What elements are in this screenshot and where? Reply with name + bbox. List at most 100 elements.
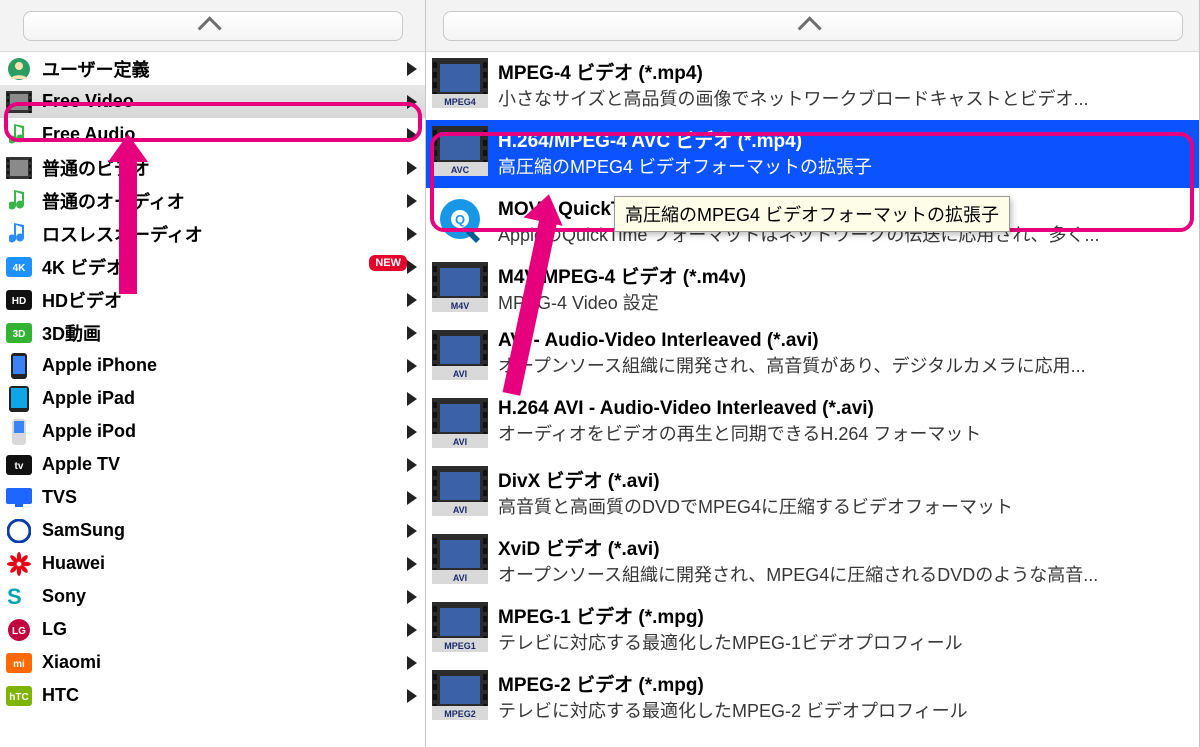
- huawei-icon: [6, 551, 32, 577]
- svg-text:hTC: hTC: [9, 692, 28, 703]
- format-pane: MPEG4MPEG-4 ビデオ (*.mp4)小さなサイズと高品質の画像でネット…: [426, 0, 1200, 747]
- category-item-9[interactable]: Apple iPhone: [0, 349, 425, 382]
- category-item-11[interactable]: Apple iPod: [0, 415, 425, 448]
- format-title: MPEG-1 ビデオ (*.mpg): [498, 602, 1189, 629]
- format-item-5[interactable]: AVIH.264 AVI - Audio-Video Interleaved (…: [426, 392, 1199, 460]
- category-label: 4K ビデオ: [42, 254, 363, 280]
- format-list: MPEG4MPEG-4 ビデオ (*.mp4)小さなサイズと高品質の画像でネット…: [426, 52, 1199, 747]
- iphone-icon: [6, 353, 32, 379]
- category-item-16[interactable]: SSony: [0, 580, 425, 613]
- category-label: Apple iPhone: [42, 355, 407, 376]
- svg-text:AVI: AVI: [453, 573, 467, 583]
- format-desc: 小さなサイズと高品質の画像でネットワークブロードキャストとビデオ...: [498, 85, 1189, 111]
- category-item-14[interactable]: SamSung: [0, 514, 425, 547]
- category-item-7[interactable]: HDHDビデオ: [0, 283, 425, 316]
- format-item-4[interactable]: AVI AVI - Audio-Video Interleaved (*.avi)…: [426, 324, 1199, 392]
- svg-text:LG: LG: [12, 626, 26, 637]
- category-item-13[interactable]: TVS: [0, 481, 425, 514]
- category-list: ユーザー定義 Free Video Free Audio 普通のビデオ普通のオーディオ…: [0, 52, 425, 747]
- format-desc: MPEG-4 Video 設定: [498, 289, 1189, 315]
- category-label: Sony: [42, 586, 407, 607]
- category-label: ユーザー定義: [42, 56, 407, 82]
- category-item-1[interactable]: Free Video: [0, 85, 425, 118]
- svg-text:mi: mi: [13, 659, 25, 670]
- scroll-up-button-right[interactable]: [426, 0, 1199, 52]
- format-texts: MPEG-1 ビデオ (*.mpg)テレビに対応する最適化したMPEG-1ビデオ…: [498, 602, 1189, 655]
- svg-text:AVI: AVI: [453, 369, 467, 379]
- format-thumb-icon: AVI: [432, 466, 488, 516]
- chevron-right-icon: [407, 227, 417, 241]
- chevron-right-icon: [407, 392, 417, 406]
- category-item-0[interactable]: ユーザー定義: [0, 52, 425, 85]
- format-item-6[interactable]: AVI DivX ビデオ (*.avi)高音質と高画質のDVDでMPEG4に圧縮す…: [426, 460, 1199, 528]
- category-item-5[interactable]: ロスレスオーディオ: [0, 217, 425, 250]
- ipad-icon: [6, 386, 32, 412]
- category-item-2[interactable]: Free Audio: [0, 118, 425, 151]
- film-icon: [6, 89, 32, 115]
- chevron-right-icon: [407, 128, 417, 142]
- category-label: 普通のビデオ: [42, 155, 407, 181]
- category-label: Free Audio: [42, 124, 407, 145]
- chevron-right-icon: [407, 260, 417, 274]
- category-item-17[interactable]: LGLG: [0, 613, 425, 646]
- format-item-3[interactable]: M4VM4V MPEG-4 ビデオ (*.m4v)MPEG-4 Video 設定: [426, 256, 1199, 324]
- format-thumb-icon: Q: [432, 194, 488, 244]
- 3d-icon: 3D: [6, 320, 32, 346]
- format-thumb-icon: AVC: [432, 126, 488, 176]
- format-desc: テレビに対応する最適化したMPEG-2 ビデオプロフィール: [498, 697, 1189, 723]
- chevron-right-icon: [407, 557, 417, 571]
- chevron-right-icon: [407, 689, 417, 703]
- category-item-18[interactable]: mi Xiaomi: [0, 646, 425, 679]
- format-item-1[interactable]: AVCH.264/MPEG-4 AVC ビデオ (*.mp4)高圧縮のMPEG4…: [426, 120, 1199, 188]
- category-item-10[interactable]: Apple iPad: [0, 382, 425, 415]
- format-texts: MPEG-2 ビデオ (*.mpg)テレビに対応する最適化したMPEG-2 ビデ…: [498, 670, 1189, 723]
- new-badge: NEW: [369, 255, 407, 271]
- category-item-8[interactable]: 3D3D動画: [0, 316, 425, 349]
- hd-icon: HD: [6, 287, 32, 313]
- format-thumb-icon: AVI: [432, 330, 488, 380]
- category-label: Free Video: [42, 91, 407, 112]
- format-thumb-icon: MPEG2: [432, 670, 488, 720]
- lg-icon: LG: [6, 617, 32, 643]
- chevron-up-icon: [204, 17, 221, 34]
- format-desc: オープンソース組織に開発され、高音質があり、デジタルカメラに応用...: [498, 352, 1189, 378]
- format-texts: M4V MPEG-4 ビデオ (*.m4v)MPEG-4 Video 設定: [498, 262, 1189, 315]
- format-item-7[interactable]: AVI XviD ビデオ (*.avi)オープンソース組織に開発され、MPEG4に…: [426, 528, 1199, 596]
- svg-text:AVI: AVI: [453, 505, 467, 515]
- format-item-0[interactable]: MPEG4MPEG-4 ビデオ (*.mp4)小さなサイズと高品質の画像でネット…: [426, 52, 1199, 120]
- category-item-19[interactable]: hTCHTC: [0, 679, 425, 712]
- svg-text:MPEG1: MPEG1: [444, 641, 476, 651]
- chevron-right-icon: [407, 62, 417, 76]
- chevron-right-icon: [407, 161, 417, 175]
- note-blue-icon: [6, 221, 32, 247]
- category-label: Apple TV: [42, 454, 407, 475]
- category-item-12[interactable]: tvApple TV: [0, 448, 425, 481]
- 4k-icon: 4K: [6, 254, 32, 280]
- chevron-right-icon: [407, 590, 417, 604]
- category-label: Xiaomi: [42, 652, 407, 673]
- category-item-4[interactable]: 普通のオーディオ: [0, 184, 425, 217]
- format-desc: 高音質と高画質のDVDでMPEG4に圧縮するビデオフォーマット: [498, 493, 1189, 519]
- svg-text:AVI: AVI: [453, 437, 467, 447]
- chevron-up-icon: [804, 17, 821, 34]
- scroll-up-button-left[interactable]: [0, 0, 425, 52]
- category-item-3[interactable]: 普通のビデオ: [0, 151, 425, 184]
- format-title: AVI - Audio-Video Interleaved (*.avi): [498, 330, 1189, 352]
- svg-text:MPEG2: MPEG2: [444, 709, 476, 719]
- category-label: Apple iPad: [42, 388, 407, 409]
- chevron-right-icon: [407, 656, 417, 670]
- format-texts: DivX ビデオ (*.avi)高音質と高画質のDVDでMPEG4に圧縮するビデ…: [498, 466, 1189, 519]
- format-thumb-icon: MPEG4: [432, 58, 488, 108]
- chevron-right-icon: [407, 524, 417, 538]
- format-texts: H.264/MPEG-4 AVC ビデオ (*.mp4)高圧縮のMPEG4 ビデ…: [498, 126, 1189, 179]
- category-item-15[interactable]: Huawei: [0, 547, 425, 580]
- category-item-6[interactable]: 4K 4K ビデオ NEW: [0, 250, 425, 283]
- format-texts: XviD ビデオ (*.avi)オープンソース組織に開発され、MPEG4に圧縮さ…: [498, 534, 1189, 587]
- category-label: 普通のオーディオ: [42, 188, 407, 214]
- format-desc: オーディオをビデオの再生と同期できるH.264 フォーマット: [498, 420, 1189, 446]
- format-item-9[interactable]: MPEG2 MPEG-2 ビデオ (*.mpg)テレビに対応する最適化したMPEG…: [426, 664, 1199, 732]
- format-thumb-icon: AVI: [432, 534, 488, 584]
- chevron-right-icon: [407, 425, 417, 439]
- svg-text:3D: 3D: [13, 329, 26, 340]
- format-item-8[interactable]: MPEG1 MPEG-1 ビデオ (*.mpg)テレビに対応する最適化したMPEG…: [426, 596, 1199, 664]
